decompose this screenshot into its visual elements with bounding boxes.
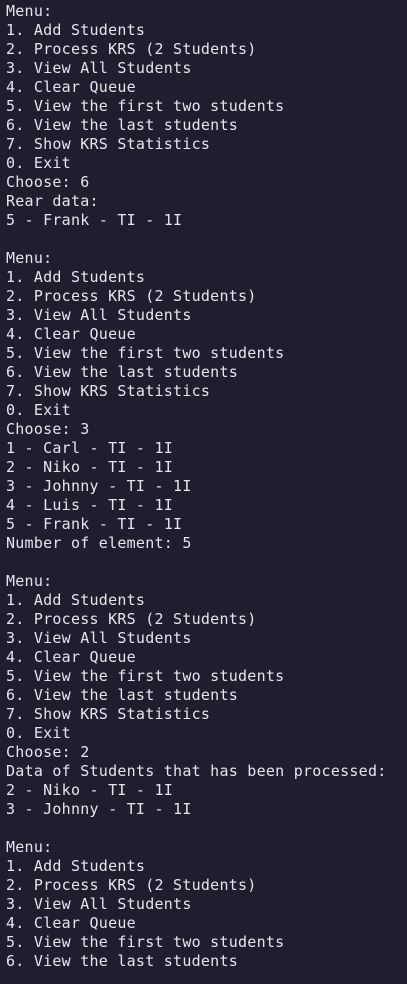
output-heading: Data of Students that has been processed…: [6, 762, 387, 780]
menu-item-view-last: 6. View the last students: [6, 686, 239, 704]
output-heading: Rear data:: [6, 192, 99, 210]
menu-header: Menu:: [6, 249, 53, 267]
student-record: 5 - Frank - TI - 1I: [6, 515, 183, 533]
menu-item-exit: 0. Exit: [6, 724, 71, 742]
menu-item-clear-queue: 4. Clear Queue: [6, 78, 136, 96]
menu-item-process-krs: 2. Process KRS (2 Students): [6, 40, 257, 58]
menu-item-clear-queue: 4. Clear Queue: [6, 914, 136, 932]
menu-item-view-last: 6. View the last students: [6, 952, 239, 970]
menu-item-add-students: 1. Add Students: [6, 857, 146, 875]
menu-item-exit: 0. Exit: [6, 154, 71, 172]
menu-item-view-first-two: 5. View the first two students: [6, 933, 285, 951]
menu-item-process-krs: 2. Process KRS (2 Students): [6, 876, 257, 894]
menu-header: Menu:: [6, 572, 53, 590]
menu-item-clear-queue: 4. Clear Queue: [6, 648, 136, 666]
element-count: Number of element: 5: [6, 534, 192, 552]
choice-prompt: Choose: 2: [6, 743, 90, 761]
menu-item-view-all: 3. View All Students: [6, 629, 192, 647]
menu-item-process-krs: 2. Process KRS (2 Students): [6, 287, 257, 305]
menu-item-view-first-two: 5. View the first two students: [6, 667, 285, 685]
menu-item-add-students: 1. Add Students: [6, 21, 146, 39]
student-record: 3 - Johnny - TI - 1I: [6, 477, 192, 495]
menu-item-add-students: 1. Add Students: [6, 591, 146, 609]
menu-item-krs-statistics: 7. Show KRS Statistics: [6, 135, 211, 153]
menu-item-view-all: 3. View All Students: [6, 306, 192, 324]
choice-prompt: Choose: 6: [6, 173, 90, 191]
menu-item-view-first-two: 5. View the first two students: [6, 344, 285, 362]
menu-header: Menu:: [6, 2, 53, 20]
menu-item-view-last: 6. View the last students: [6, 363, 239, 381]
menu-item-process-krs: 2. Process KRS (2 Students): [6, 610, 257, 628]
student-record: 3 - Johnny - TI - 1I: [6, 800, 192, 818]
student-record: 4 - Luis - TI - 1I: [6, 496, 174, 514]
menu-item-exit: 0. Exit: [6, 401, 71, 419]
menu-item-view-last: 6. View the last students: [6, 116, 239, 134]
terminal-output[interactable]: Menu: 1. Add Students 2. Process KRS (2 …: [0, 0, 407, 984]
menu-item-krs-statistics: 7. Show KRS Statistics: [6, 382, 211, 400]
student-record: 2 - Niko - TI - 1I: [6, 458, 174, 476]
choice-prompt: Choose: 3: [6, 420, 90, 438]
menu-item-krs-statistics: 7. Show KRS Statistics: [6, 705, 211, 723]
menu-item-clear-queue: 4. Clear Queue: [6, 325, 136, 343]
menu-item-view-first-two: 5. View the first two students: [6, 97, 285, 115]
menu-item-view-all: 3. View All Students: [6, 895, 192, 913]
menu-item-add-students: 1. Add Students: [6, 268, 146, 286]
student-record: 1 - Carl - TI - 1I: [6, 439, 174, 457]
menu-header: Menu:: [6, 838, 53, 856]
student-record: 2 - Niko - TI - 1I: [6, 781, 174, 799]
menu-item-view-all: 3. View All Students: [6, 59, 192, 77]
student-record: 5 - Frank - TI - 1I: [6, 211, 183, 229]
